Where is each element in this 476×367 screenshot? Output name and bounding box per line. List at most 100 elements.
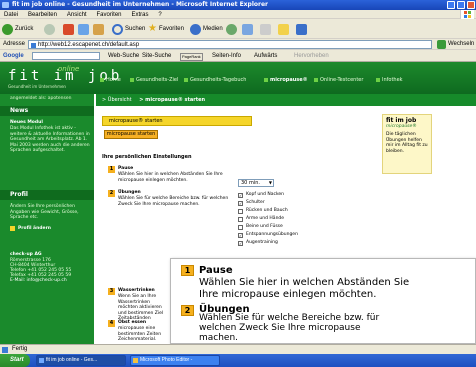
- back-button[interactable]: Zurück: [2, 22, 33, 36]
- nav-gesundheits-tagebuch[interactable]: Gesundheits-Tagebuch: [184, 77, 246, 83]
- refresh-button[interactable]: [78, 22, 89, 36]
- nav-gesundheits-ziel[interactable]: Gesundheits-Ziel: [130, 77, 178, 83]
- stop-button[interactable]: [63, 22, 74, 36]
- start-button[interactable]: Start: [0, 354, 30, 367]
- menu-bar: Datei Bearbeiten Ansicht Favoriten Extra…: [0, 10, 476, 19]
- media-button[interactable]: Medien: [190, 22, 223, 36]
- breadcrumb-overview[interactable]: > Übersicht: [102, 97, 132, 103]
- help-callout: 1 Pause Wählen Sie hier in welchen Abstä…: [170, 258, 476, 344]
- photo-editor-icon: [133, 358, 138, 363]
- company-name: check-up AG: [10, 252, 42, 257]
- edit-button[interactable]: [278, 22, 289, 36]
- uebungen-title: Übungen: [118, 190, 141, 195]
- callout-uebungen-line-3: machen.: [199, 333, 239, 343]
- callout-step-2-badge: 2: [181, 305, 194, 316]
- star-icon: ★: [148, 23, 157, 34]
- checkbox-augentraining[interactable]: ✓ Augentraining: [238, 240, 278, 246]
- nav-infothek[interactable]: Infothek: [376, 77, 403, 83]
- window-title-bar: fit im job online - Gesundheit im Untern…: [0, 0, 476, 10]
- address-input[interactable]: http://web12.escapenet.ch/default.asp: [28, 40, 432, 49]
- mail-icon: [242, 23, 253, 35]
- up-button[interactable]: Aufwärts: [254, 50, 277, 62]
- nav-micropause[interactable]: micropause®: [264, 77, 308, 83]
- favorites-button[interactable]: ★ Favoriten: [148, 22, 184, 36]
- uebungen-text: Wählen Sie für welche Bereiche bzw. für …: [118, 196, 229, 207]
- menu-datei[interactable]: Datei: [4, 12, 18, 18]
- minimize-button[interactable]: [447, 1, 455, 9]
- mail-button[interactable]: [242, 22, 253, 36]
- breadcrumb: > Übersicht > micropause® starten: [96, 94, 476, 106]
- page-done-icon: [2, 347, 8, 353]
- logged-in-label: angemeldet als: apotensen: [10, 96, 72, 101]
- step-2-badge: 2: [108, 190, 115, 197]
- callout-pause-line-1: Wählen Sie hier in welchen Abständen Sie: [199, 277, 410, 288]
- settings-title: Ihre persönlichen Einstellungen: [102, 154, 192, 160]
- search-button[interactable]: Suchen: [112, 22, 145, 36]
- callout-pause-line-2: Ihre micropause einlegen möchten.: [199, 289, 377, 300]
- wasser-text: Wenn Sie an Ihre Wassertrinken möchten a…: [118, 294, 164, 321]
- forward-button[interactable]: [44, 22, 55, 36]
- media-icon: [190, 23, 201, 35]
- info-box: fit im job micropause® Die täglichen Übu…: [382, 114, 432, 174]
- menu-favoriten[interactable]: Favoriten: [97, 12, 122, 18]
- news-text: Das Modul Infothek ist aktiv - weitere &…: [10, 126, 90, 153]
- interval-select[interactable]: 30 min. ▼: [238, 179, 274, 187]
- step-4-badge: 4: [108, 320, 115, 327]
- menu-help[interactable]: ?: [158, 12, 161, 18]
- pause-text: Wählen Sie hier in welchen Abständen Sie…: [118, 172, 223, 183]
- toolbar: Zurück Suchen ★ Favoriten Medien: [0, 19, 476, 39]
- sidebar: angemeldet als: apotensen News Neues Mod…: [0, 94, 94, 344]
- messenger-button[interactable]: [296, 22, 307, 36]
- menu-bearbeiten[interactable]: Bearbeiten: [28, 12, 57, 18]
- callout-step-1-badge: 1: [181, 265, 194, 276]
- home-icon: [93, 23, 104, 35]
- dropdown-arrow-icon: ▼: [268, 180, 272, 185]
- nav-online-testcenter[interactable]: Online-Testcenter: [314, 77, 363, 83]
- start-micropause-button[interactable]: micropause starten: [104, 130, 158, 139]
- taskbar-photo-editor[interactable]: Microsoft Photo Editor -: [130, 355, 220, 366]
- arrow-icon: [10, 226, 15, 232]
- email-link[interactable]: E-Mail: info@check-up.ch: [10, 278, 90, 284]
- info-subtitle: micropause®: [386, 123, 417, 129]
- checkbox-arme-haende[interactable]: Arme und Hände: [238, 216, 284, 222]
- back-arrow-icon: [2, 23, 13, 35]
- close-button[interactable]: [467, 1, 475, 9]
- callout-uebungen-line-2: welchen Zweck Sie Ihre micropause: [199, 323, 361, 333]
- windows-logo-icon: [460, 10, 474, 19]
- menu-extras[interactable]: Extras: [131, 12, 148, 18]
- taskbar-ie-window[interactable]: fit im job online - Ges...: [36, 355, 126, 366]
- site-search-button[interactable]: Site-Suche: [142, 50, 171, 62]
- nav-home[interactable]: Home: [100, 77, 121, 83]
- history-button[interactable]: [226, 22, 237, 36]
- window-title: fit im job online - Gesundheit im Untern…: [12, 1, 269, 8]
- refresh-icon: [78, 23, 89, 35]
- home-button[interactable]: [93, 22, 104, 36]
- address-bar: Adresse http://web12.escapenet.ch/defaul…: [0, 39, 476, 58]
- ie-icon: [2, 2, 9, 8]
- go-arrow-icon[interactable]: [437, 40, 446, 49]
- logo-subtitle: Gesundheit im Unternehmen: [8, 84, 66, 89]
- menu-ansicht[interactable]: Ansicht: [67, 12, 87, 18]
- checkbox-schulter[interactable]: ✓ Schulter: [238, 200, 265, 206]
- checkbox-entspannung[interactable]: ✓ Entspannungsübungen: [238, 232, 298, 238]
- checkbox-ruecken-bauch[interactable]: Rücken und Bauch: [238, 208, 288, 214]
- checkbox-beine-fuesse[interactable]: Beine und Füsse: [238, 224, 283, 230]
- news-headline: Neues Modul: [10, 120, 43, 125]
- google-toolbar: Google Web-Suche Site-Suche PageRank Sei…: [0, 50, 476, 62]
- maximize-button[interactable]: [457, 1, 465, 9]
- site-info-button[interactable]: Seiten-Info: [212, 50, 241, 62]
- panel-title: micropause® starten: [102, 116, 252, 126]
- google-search-input[interactable]: [32, 52, 100, 60]
- profile-link[interactable]: Profil ändern: [10, 226, 90, 232]
- profile-heading: Profil: [0, 190, 94, 200]
- info-text: Die täglichen Übungen helfen mir im Allt…: [386, 132, 428, 154]
- google-label: Google: [3, 53, 24, 59]
- messenger-icon: [296, 23, 307, 35]
- checkbox-kopf-nacken[interactable]: ✓ Kopf und Nacken: [238, 192, 284, 198]
- print-button[interactable]: [260, 22, 271, 36]
- forward-arrow-icon: [44, 23, 55, 35]
- highlight-button[interactable]: Hervorheben: [294, 50, 329, 62]
- wasser-title: Wassertrinken: [118, 288, 155, 293]
- web-search-button[interactable]: Web-Suche: [108, 50, 139, 62]
- step-3-badge: 3: [108, 288, 115, 295]
